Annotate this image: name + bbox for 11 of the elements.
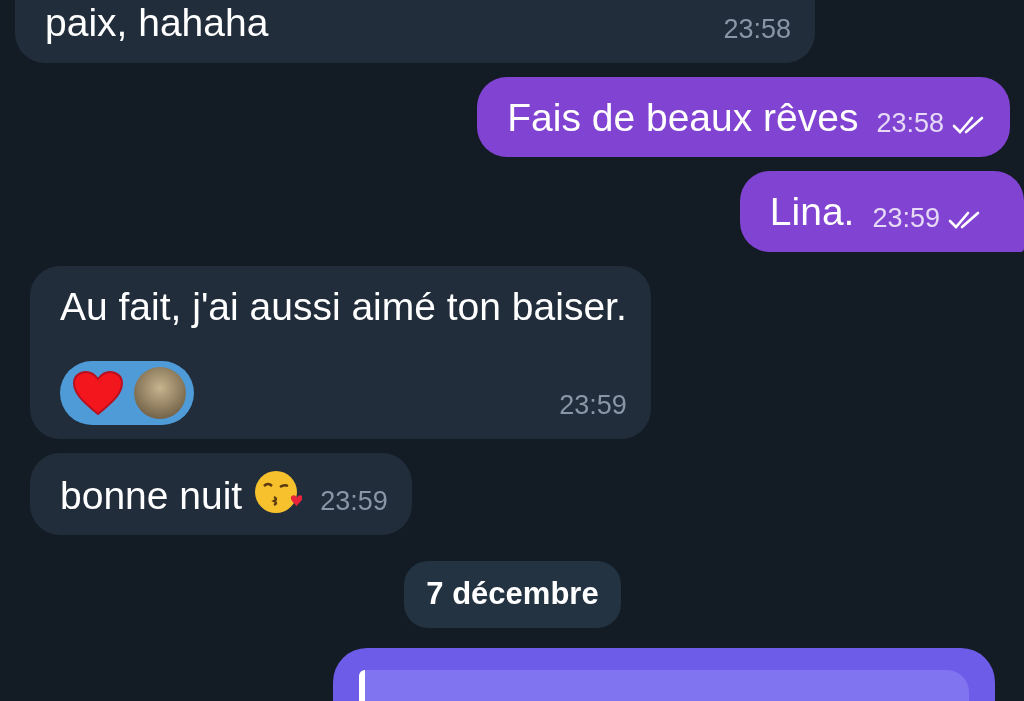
message-text: Lina. [769,190,855,234]
message-text: bonne nuit [60,473,243,517]
message-text: Au fait, j'ai aussi aimé ton baiser. [60,285,627,329]
message-time: 23:59 [872,201,940,235]
message-time: 23:59 [320,485,388,519]
message-time: 23:58 [876,107,944,141]
message-time: 23:58 [723,12,791,46]
date-label: 7 décembre [404,561,621,628]
message-text: paix, hahaha [45,1,269,44]
message-time: 23:59 [559,388,627,422]
message-text: Fais de beaux rêves [507,95,859,139]
